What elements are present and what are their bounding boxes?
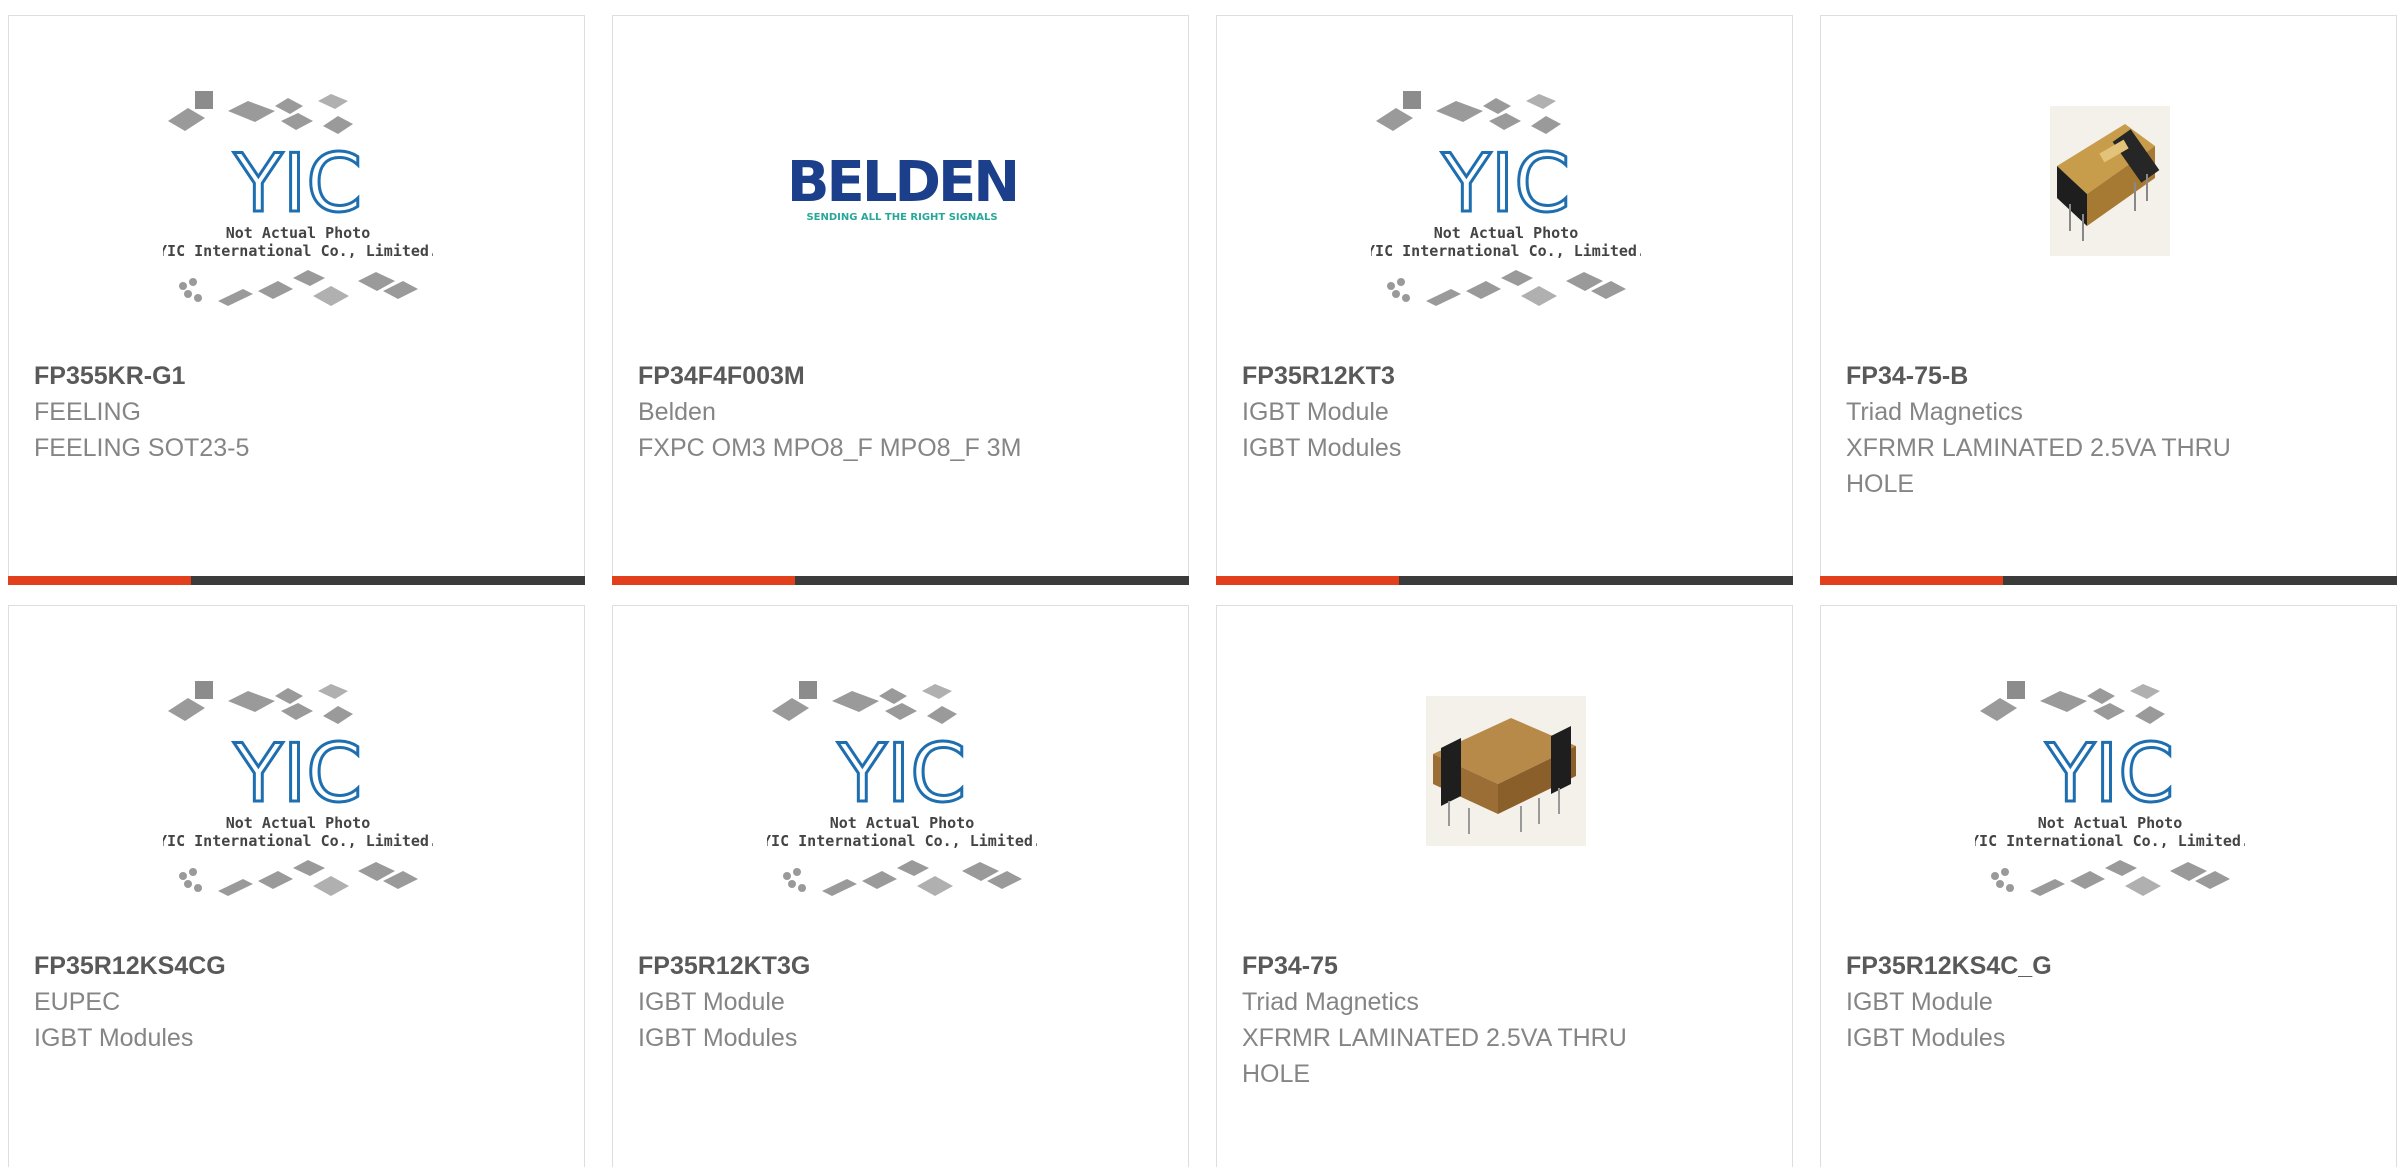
card-accent-bar <box>1820 576 2397 585</box>
placeholder-line1: Not Actual Photo <box>225 814 370 832</box>
placeholder-line1: Not Actual Photo <box>829 814 974 832</box>
product-image[interactable]: YIC Not Actual Photo YIC International C… <box>9 86 586 362</box>
yic-logo: YIC <box>232 137 361 230</box>
chip-icons-bottom <box>782 860 1022 896</box>
product-info: FP35R12KS4C_G IGBT Module IGBT Modules <box>1846 948 2266 1056</box>
placeholder-line2: YIC International Co., Limited. <box>163 832 433 850</box>
part-number[interactable]: FP35R12KS4C_G <box>1846 948 2266 984</box>
manufacturer: IGBT Module <box>1242 398 1389 426</box>
part-number[interactable]: FP35R12KS4CG <box>34 948 454 984</box>
chip-icons-top <box>167 91 353 134</box>
yic-logo: YIC <box>232 727 361 820</box>
card-accent-bar <box>1216 576 1793 585</box>
yic-placeholder-image: YIC Not Actual Photo YIC International C… <box>163 681 433 896</box>
product-card[interactable]: YIC Not Actual Photo YIC International C… <box>612 605 1189 1167</box>
product-card[interactable]: BELDEN SENDING ALL THE RIGHT SIGNALS FP3… <box>612 15 1189 585</box>
product-card[interactable]: YIC Not Actual Photo YIC International C… <box>1820 605 2397 1167</box>
yic-placeholder-image: YIC Not Actual Photo YIC International C… <box>1371 91 1641 306</box>
yic-logo: YIC <box>2044 727 2173 820</box>
part-number[interactable]: FP34-75-B <box>1846 358 2266 394</box>
manufacturer: IGBT Module <box>1846 988 1993 1016</box>
transformer-photo <box>1425 696 1586 846</box>
card-accent-bar-highlight <box>8 576 191 585</box>
yic-placeholder-image: YIC Not Actual Photo YIC International C… <box>767 681 1037 896</box>
product-image[interactable]: YIC Not Actual Photo YIC International C… <box>1821 676 2398 952</box>
product-image[interactable]: YIC Not Actual Photo YIC International C… <box>9 676 586 952</box>
chip-icons-top <box>771 681 957 724</box>
placeholder-line2: YIC International Co., Limited. <box>1975 832 2245 850</box>
description: IGBT Modules <box>1242 434 1402 462</box>
card-accent-bar <box>8 576 585 585</box>
belden-tagline: SENDING ALL THE RIGHT SIGNALS <box>806 212 997 223</box>
chip-icons-bottom <box>1990 860 2230 896</box>
product-info: FP35R12KS4CG EUPEC IGBT Modules <box>34 948 454 1056</box>
product-card[interactable]: FP34-75-B Triad Magnetics XFRMR LAMINATE… <box>1820 15 2397 585</box>
product-image[interactable]: YIC Not Actual Photo YIC International C… <box>613 676 1190 952</box>
part-number[interactable]: FP35R12KT3G <box>638 948 1058 984</box>
yic-placeholder-image: YIC Not Actual Photo YIC International C… <box>1975 681 2245 896</box>
placeholder-line1: Not Actual Photo <box>1433 224 1578 242</box>
chip-icons-bottom <box>178 270 418 306</box>
transformer-photo <box>2049 106 2170 256</box>
card-accent-bar-highlight <box>612 576 795 585</box>
manufacturer: Triad Magnetics <box>1846 398 2023 426</box>
belden-logo: BELDEN <box>786 150 1016 215</box>
part-number[interactable]: FP35R12KT3 <box>1242 358 1662 394</box>
product-card[interactable]: YIC Not Actual Photo YIC International C… <box>8 15 585 585</box>
product-grid: YIC Not Actual Photo YIC International C… <box>0 0 2400 1167</box>
description: FXPC OM3 MPO8_F MPO8_F 3M <box>638 434 1022 462</box>
yic-logo: YIC <box>836 727 965 820</box>
yic-logo: YIC <box>1440 137 1569 230</box>
yic-placeholder-image: YIC Not Actual Photo YIC International C… <box>163 91 433 306</box>
product-image[interactable]: BELDEN SENDING ALL THE RIGHT SIGNALS <box>613 86 1190 362</box>
manufacturer: FEELING <box>34 398 141 426</box>
placeholder-line1: Not Actual Photo <box>2037 814 2182 832</box>
part-number[interactable]: FP34F4F003M <box>638 358 1058 394</box>
chip-icons-top <box>1979 681 2165 724</box>
chip-icons-top <box>1375 91 1561 134</box>
description: IGBT Modules <box>638 1024 798 1052</box>
manufacturer: EUPEC <box>34 988 121 1016</box>
manufacturer: IGBT Module <box>638 988 785 1016</box>
description: XFRMR LAMINATED 2.5VA THRU HOLE <box>1846 434 2231 498</box>
product-card[interactable]: FP34-75 Triad Magnetics XFRMR LAMINATED … <box>1216 605 1793 1167</box>
description: FEELING SOT23-5 <box>34 434 250 462</box>
description: IGBT Modules <box>34 1024 194 1052</box>
placeholder-line2: YIC International Co., Limited. <box>767 832 1037 850</box>
card-accent-bar <box>612 576 1189 585</box>
product-info: FP35R12KT3 IGBT Module IGBT Modules <box>1242 358 1662 466</box>
product-image[interactable] <box>1821 86 2398 362</box>
placeholder-line2: YIC International Co., Limited. <box>1371 242 1641 260</box>
product-image[interactable]: YIC Not Actual Photo YIC International C… <box>1217 86 1794 362</box>
part-number[interactable]: FP355KR-G1 <box>34 358 454 394</box>
chip-icons-bottom <box>1386 270 1626 306</box>
belden-logo-image: BELDEN SENDING ALL THE RIGHT SIGNALS <box>786 150 1019 223</box>
description: IGBT Modules <box>1846 1024 2006 1052</box>
product-info: FP355KR-G1 FEELING FEELING SOT23-5 <box>34 358 454 466</box>
product-info: FP35R12KT3G IGBT Module IGBT Modules <box>638 948 1058 1056</box>
product-info: FP34-75-B Triad Magnetics XFRMR LAMINATE… <box>1846 358 2266 502</box>
description: XFRMR LAMINATED 2.5VA THRU HOLE <box>1242 1024 1627 1088</box>
product-card[interactable]: YIC Not Actual Photo YIC International C… <box>8 605 585 1167</box>
placeholder-line2: YIC International Co., Limited. <box>163 242 433 260</box>
card-accent-bar-highlight <box>1216 576 1399 585</box>
chip-icons-top <box>167 681 353 724</box>
product-info: FP34-75 Triad Magnetics XFRMR LAMINATED … <box>1242 948 1662 1092</box>
product-card[interactable]: YIC Not Actual Photo YIC International C… <box>1216 15 1793 585</box>
product-image[interactable] <box>1217 676 1794 952</box>
manufacturer: Belden <box>638 398 716 426</box>
chip-icons-bottom <box>178 860 418 896</box>
placeholder-line1: Not Actual Photo <box>225 224 370 242</box>
card-accent-bar-highlight <box>1820 576 2003 585</box>
part-number[interactable]: FP34-75 <box>1242 948 1662 984</box>
product-info: FP34F4F003M Belden FXPC OM3 MPO8_F MPO8_… <box>638 358 1058 466</box>
manufacturer: Triad Magnetics <box>1242 988 1419 1016</box>
